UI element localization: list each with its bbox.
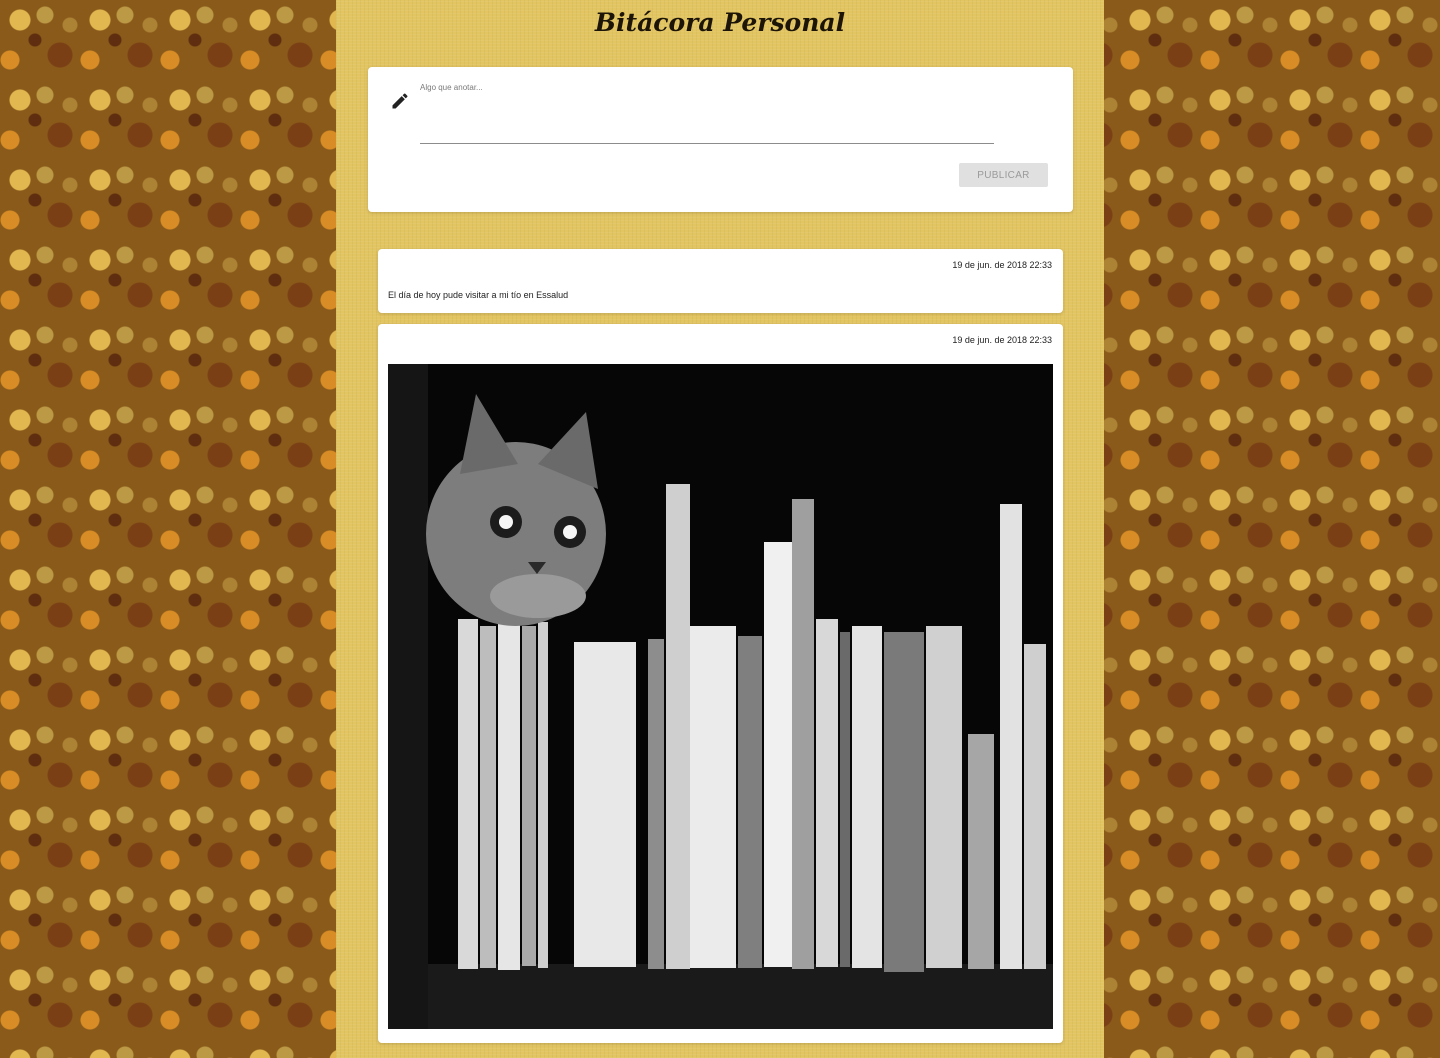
- post-image: [388, 364, 1053, 1029]
- publish-button[interactable]: PUBLICAR: [959, 163, 1048, 187]
- note-input-label: Algo que anotar...: [420, 83, 483, 92]
- pencil-icon: [390, 91, 410, 111]
- post-date: 19 de jun. de 2018 22:33: [952, 335, 1052, 345]
- note-composer: Algo que anotar... PUBLICAR: [368, 67, 1073, 212]
- page-title: Bitácora Personal: [594, 8, 846, 37]
- post-date: 19 de jun. de 2018 22:33: [952, 260, 1052, 270]
- post-text: El día de hoy pude visitar a mi tío en E…: [388, 290, 569, 300]
- post-card: 19 de jun. de 2018 22:33 El día de hoy p…: [378, 249, 1063, 313]
- main-column: Bitácora Personal Algo que anotar... PUB…: [336, 0, 1104, 1058]
- post-card: 19 de jun. de 2018 22:33: [378, 324, 1063, 1043]
- note-input[interactable]: [420, 97, 994, 144]
